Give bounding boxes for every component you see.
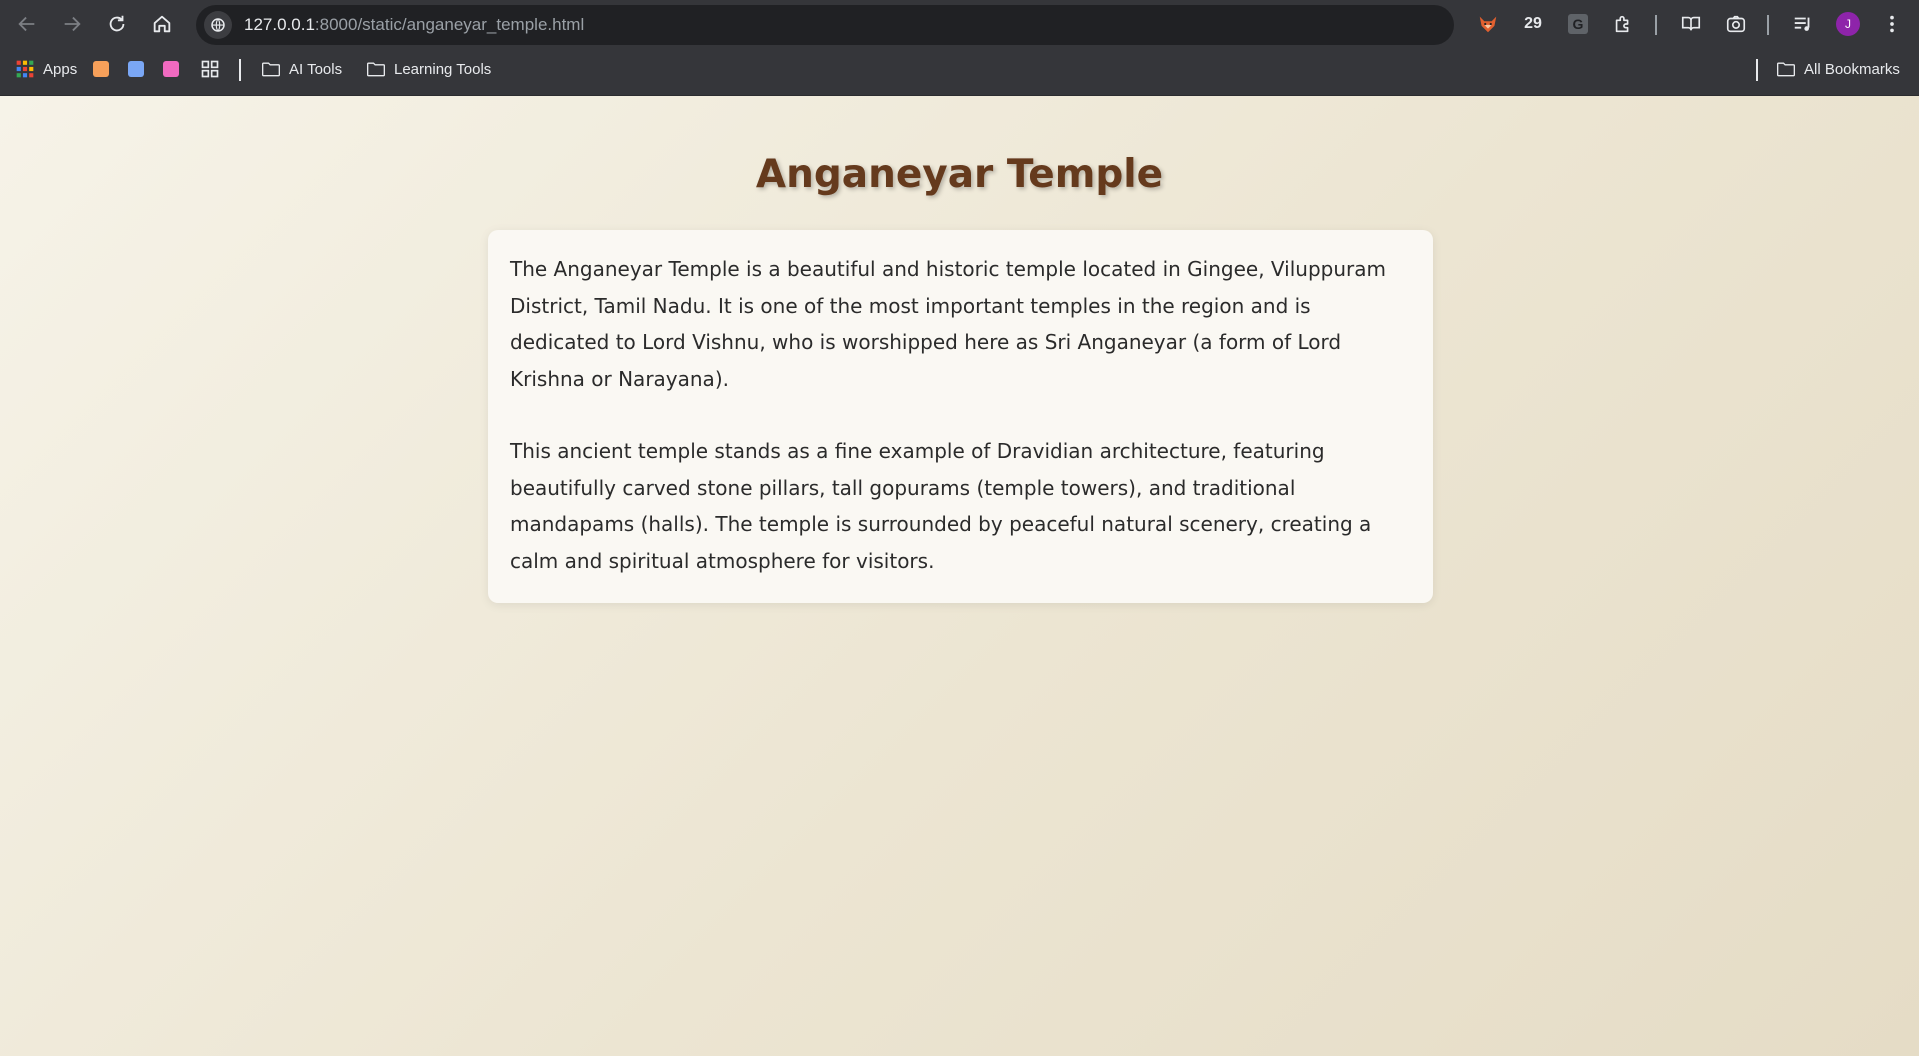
paragraph-architecture: This ancient temple stands as a fine exa… (510, 439, 1372, 573)
more-vertical-icon (1890, 15, 1894, 33)
content-card: The Anganeyar Temple is a beautiful and … (488, 230, 1433, 603)
bookmarks-bar: Apps AI Tools Learning Tools All Bookmar… (0, 47, 1919, 96)
extension-g-button[interactable]: G (1566, 4, 1590, 44)
page-content: Anganeyar Temple The Anganeyar Temple is… (0, 96, 1919, 1056)
reload-icon (109, 15, 125, 32)
blue-favicon-icon (128, 61, 144, 77)
all-bookmarks-label: All Bookmarks (1804, 60, 1900, 78)
screenshot-button[interactable] (1724, 4, 1748, 44)
arrow-left-icon (18, 16, 35, 32)
extension-fox-button[interactable] (1476, 4, 1500, 44)
bookmark-folder-learning-tools[interactable]: Learning Tools (366, 47, 491, 91)
page-title: Anganeyar Temple (755, 152, 1164, 197)
toolbar-divider (1767, 15, 1769, 35)
bookmark-grid[interactable] (200, 47, 228, 91)
site-info-button[interactable] (204, 11, 232, 39)
camera-icon (1726, 15, 1746, 33)
folder-icon (367, 62, 385, 77)
bookmark-apps-label: Apps (43, 60, 78, 78)
folder-icon (262, 62, 280, 77)
apps-grid-icon (16, 60, 34, 78)
arrow-right-icon (64, 16, 81, 32)
orange-favicon-icon (93, 61, 109, 77)
avatar: J (1836, 12, 1860, 36)
bookmark-folder-ai-tools[interactable]: AI Tools (261, 47, 342, 91)
extension-counter[interactable]: 29 (1519, 4, 1547, 44)
url-path: :8000/static/anganeyar_temple.html (314, 15, 585, 34)
home-icon (153, 15, 171, 33)
grid-icon (201, 60, 219, 78)
playlist-icon (1794, 17, 1810, 31)
address-bar[interactable]: 127.0.0.1:8000/static/anganeyar_temple.h… (196, 5, 1454, 45)
bookmark-favicon-blue[interactable] (128, 47, 144, 91)
bookmarks-divider (239, 59, 241, 81)
media-controls-button[interactable] (1791, 4, 1815, 44)
forward-button[interactable] (50, 2, 94, 46)
pink-favicon-icon (163, 61, 179, 77)
globe-icon (211, 18, 225, 32)
url-text[interactable]: 127.0.0.1:8000/static/anganeyar_temple.h… (244, 15, 584, 35)
paragraph-intro: The Anganeyar Temple is a beautiful and … (510, 257, 1386, 391)
bookmark-favicon-orange[interactable] (93, 47, 109, 91)
url-host: 127.0.0.1 (244, 15, 315, 34)
folder-icon (1777, 62, 1795, 77)
toolbar-divider (1655, 15, 1657, 35)
browser-toolbar: 127.0.0.1:8000/static/anganeyar_temple.h… (0, 0, 1919, 47)
all-bookmarks-button[interactable]: All Bookmarks (1776, 47, 1900, 91)
puzzle-icon (1615, 15, 1629, 33)
reload-button[interactable] (95, 2, 139, 46)
profile-button[interactable]: J (1836, 4, 1860, 44)
menu-button[interactable] (1880, 4, 1904, 44)
bookmark-folder-label: Learning Tools (394, 60, 492, 78)
book-open-icon (1681, 16, 1701, 31)
bookmark-favicon-pink[interactable] (163, 47, 179, 91)
extension-g-icon: G (1568, 14, 1588, 34)
back-button[interactable] (5, 2, 49, 46)
reading-mode-button[interactable] (1678, 4, 1704, 44)
bookmarks-divider (1756, 59, 1758, 81)
extensions-button[interactable] (1611, 4, 1635, 44)
bookmark-apps[interactable]: Apps (15, 47, 77, 91)
fox-icon (1479, 16, 1497, 33)
bookmark-folder-label: AI Tools (289, 60, 343, 78)
home-button[interactable] (140, 2, 184, 46)
